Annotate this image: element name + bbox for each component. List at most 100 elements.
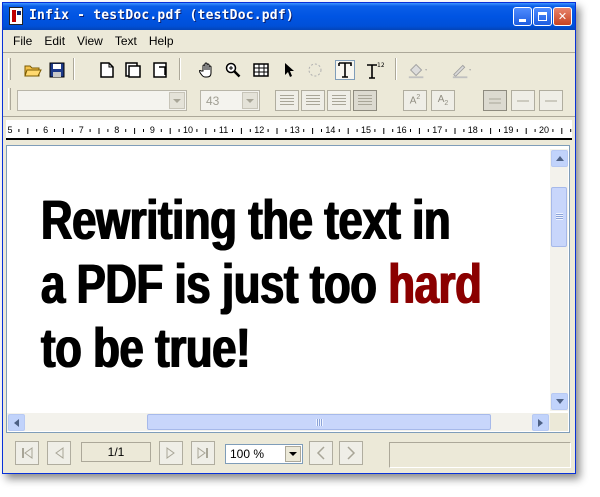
grid-icon[interactable] [251, 60, 271, 80]
previous-page-icon [55, 447, 64, 459]
menu-help[interactable]: Help [143, 32, 180, 50]
minimize-icon [519, 19, 526, 22]
next-page-button[interactable] [159, 441, 183, 465]
new-page-icon[interactable] [97, 60, 117, 80]
menu-bar: File Edit View Text Help [3, 30, 575, 52]
document-text-block[interactable]: Rewriting the text in a PDF is just too … [41, 188, 482, 380]
toolbar-separator [179, 58, 181, 80]
last-page-button[interactable] [191, 441, 215, 465]
ruler-label: 17 [432, 125, 442, 135]
chevron-down-icon[interactable] [169, 92, 185, 109]
chevron-down-icon[interactable] [285, 446, 301, 462]
ruler-label: 18 [468, 125, 478, 135]
align-center-icon [306, 95, 320, 106]
page-export-icon[interactable] [151, 60, 171, 80]
zoom-level-select[interactable]: 100 % [225, 444, 303, 464]
line-spacing-wide-button[interactable] [539, 90, 563, 111]
line-color-icon[interactable] [451, 60, 471, 80]
menu-file[interactable]: File [7, 32, 38, 50]
line-spacing-icon [545, 100, 557, 101]
close-button[interactable]: ✕ [553, 7, 572, 26]
previous-page-button[interactable] [47, 441, 71, 465]
align-left-button[interactable] [275, 90, 299, 111]
toolbar-separator [395, 58, 397, 80]
ruler-label-group: 5 6 7 8 9 10 11 12 13 14 15 16 17 18 19 20 [7, 125, 549, 135]
align-justify-button[interactable] [353, 90, 377, 111]
arrow-right-icon [538, 418, 543, 427]
arrow-down-icon [555, 399, 564, 404]
hand-icon[interactable] [197, 60, 217, 80]
fill-color-icon[interactable] [407, 60, 427, 80]
font-name-select[interactable] [17, 90, 187, 111]
maximize-button[interactable] [533, 7, 552, 26]
toolbar-grip[interactable] [8, 88, 11, 110]
toolbar-grip[interactable] [8, 58, 11, 80]
font-size-select[interactable]: 43 [200, 90, 260, 111]
scroll-right-button[interactable] [532, 414, 549, 431]
align-left-icon [280, 95, 294, 106]
first-page-button[interactable] [15, 441, 39, 465]
zoom-icon[interactable] [223, 60, 243, 80]
save-disk-icon[interactable] [47, 60, 67, 80]
page-number-field[interactable]: 1/1 [81, 442, 151, 462]
document-canvas[interactable]: Rewriting the text in a PDF is just too … [6, 145, 570, 433]
document-line-3[interactable]: to be true! [41, 316, 431, 380]
lasso-icon[interactable] [305, 60, 325, 80]
superscript-button[interactable]: A2 [403, 90, 427, 111]
scroll-down-button[interactable] [551, 393, 568, 410]
line-spacing-single-button[interactable] [483, 90, 507, 111]
pages-icon[interactable] [123, 60, 143, 80]
minimize-button[interactable] [513, 7, 532, 26]
menu-edit[interactable]: Edit [38, 32, 71, 50]
menu-view[interactable]: View [71, 32, 109, 50]
vertical-scroll-thumb[interactable] [551, 187, 567, 247]
line-spacing-icon [517, 100, 529, 101]
horizontal-scrollbar[interactable] [7, 413, 550, 431]
document-highlighted-word[interactable]: hard [388, 252, 481, 315]
first-page-icon [22, 447, 33, 459]
document-line-2[interactable]: a PDF is just too hard [41, 252, 482, 316]
history-back-button[interactable] [309, 441, 333, 465]
subscript-button[interactable]: A2 [431, 90, 455, 111]
title-bar[interactable]: Infix - testDoc.pdf (testDoc.pdf) ✕ [3, 3, 575, 30]
menu-divider [3, 52, 575, 53]
vertical-scrollbar[interactable] [550, 149, 568, 411]
align-right-icon [332, 95, 346, 106]
history-forward-button[interactable] [339, 441, 363, 465]
pointer-icon[interactable] [279, 60, 299, 80]
ruler-label: 9 [150, 125, 155, 135]
chevron-down-icon[interactable] [242, 92, 258, 109]
align-justify-icon [358, 95, 372, 106]
ruler-label: 20 [539, 125, 549, 135]
menu-text[interactable]: Text [109, 32, 143, 50]
horizontal-ruler[interactable]: 5 6 7 8 9 10 11 12 13 14 15 16 17 18 19 20 [6, 120, 572, 140]
ruler-label: 5 [7, 125, 12, 135]
text-tool-icon[interactable] [335, 60, 355, 80]
document-line-2-text[interactable]: a PDF is just too [41, 252, 388, 315]
zoom-level-value: 100 % [230, 447, 265, 461]
ruler-ticks: 5 6 7 8 9 10 11 12 13 14 15 16 17 18 19 20 [7, 125, 572, 135]
line-spacing-double-button[interactable] [511, 90, 535, 111]
ruler-divider [3, 116, 575, 117]
last-page-icon [197, 447, 208, 459]
ruler-label: 14 [325, 125, 335, 135]
format-toolbar: 43 A2 A2 [3, 84, 575, 114]
next-page-icon [166, 447, 175, 459]
window-title: Infix - testDoc.pdf (testDoc.pdf) [29, 8, 294, 23]
horizontal-scroll-thumb[interactable] [147, 414, 491, 430]
scroll-up-button[interactable] [551, 150, 568, 167]
superscript-icon: A2 [409, 94, 421, 107]
align-center-button[interactable] [301, 90, 325, 111]
arrow-up-icon [555, 156, 564, 161]
subscript-icon: A2 [437, 94, 449, 107]
ruler-label: 6 [43, 125, 48, 135]
chevron-left-icon [316, 446, 325, 460]
text-flow-icon[interactable]: 123 [365, 60, 385, 80]
scroll-left-button[interactable] [8, 414, 25, 431]
document-line-1[interactable]: Rewriting the text in [41, 188, 451, 252]
ruler-label: 19 [503, 125, 513, 135]
align-right-button[interactable] [327, 90, 351, 111]
close-icon: ✕ [557, 10, 568, 23]
open-folder-icon[interactable] [23, 60, 43, 80]
infix-app-icon[interactable] [9, 7, 23, 25]
